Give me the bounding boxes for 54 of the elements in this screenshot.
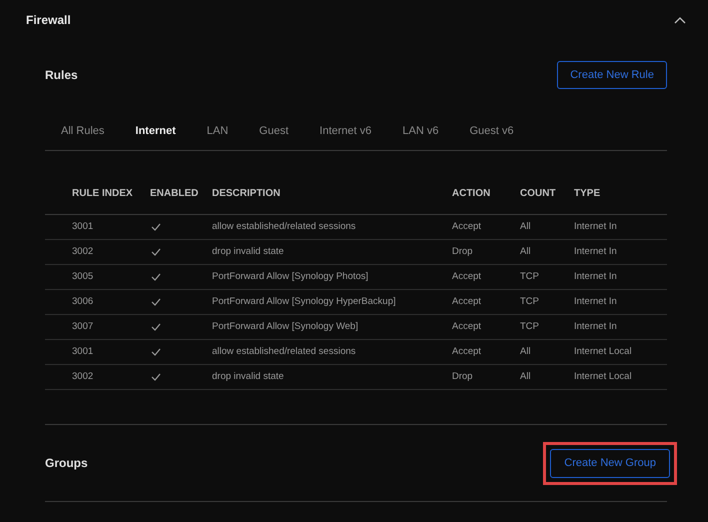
table-cell-text: Accept [452,294,482,309]
filter-tab[interactable]: Guest v6 [470,123,514,140]
create-rule-button[interactable]: Create New Rule [557,61,667,89]
table-cell-text: All [520,370,531,384]
table-cell-text: Accept [452,344,482,359]
table-cell-text: Internet In [574,320,617,334]
table-cell-text: PortForward Allow [Synology Photos] [212,270,368,284]
table-cell-text: 3005 [72,270,94,284]
chevron-icon[interactable] [674,16,686,24]
column-header: ENABLED [150,188,198,199]
table-cell-text: 3007 [72,320,94,334]
table-cell-text: allow established/related sessions [212,220,356,234]
table-cell-text: Internet In [574,220,617,234]
filter-tab[interactable]: Internet [135,123,176,140]
filter-tab[interactable]: LAN [206,123,228,140]
table-cell-text: Internet In [574,244,617,259]
table-cell-text: drop invalid state [212,244,284,259]
table-cell-text: allow established/related sessions [212,344,356,359]
table-cell-text: TCP [520,270,539,284]
table-cell-text: Accept [452,320,482,334]
table-cell-text: TCP [520,320,539,334]
filter-tab[interactable]: Guest [259,123,289,140]
table-cell-text: PortForward Allow [Synology HyperBackup] [212,294,396,309]
table-cell-text: All [520,244,531,259]
table-cell-text: Internet In [574,294,617,309]
table-cell-text: TCP [520,294,539,309]
table-cell-text: 3002 [72,370,94,384]
column-header: ACTION [452,188,490,199]
section-title: Firewall [26,12,71,29]
column-header: TYPE [574,188,600,199]
groups-heading: Groups [45,455,88,472]
column-header: COUNT [520,188,556,199]
column-header: RULE INDEX [72,188,133,199]
table-cell-text: All [520,344,531,359]
table-cell-text: Internet Local [574,344,632,359]
table-cell-text: drop invalid state [212,370,284,384]
table-cell-text: Accept [452,220,482,234]
table-cell-text: All [520,220,531,234]
table-cell-text: Drop [452,370,473,384]
table-cell-text: 3001 [72,220,94,234]
column-header: DESCRIPTION [212,188,280,199]
filter-tab[interactable]: LAN v6 [402,123,439,140]
table-cell-text: 3006 [72,294,94,309]
table-cell-text: 3001 [72,344,94,359]
table-cell-text: Internet Local [574,370,632,384]
rules-heading: Rules [45,67,78,84]
table-cell-text: Accept [452,270,482,284]
filter-tab[interactable]: Internet v6 [320,123,372,140]
table-cell-text: Internet In [574,270,617,284]
table-cell-text: 3002 [72,244,94,259]
table-cell-text: PortForward Allow [Synology Web] [212,320,358,334]
filter-tab[interactable]: All Rules [61,123,104,140]
table-cell-text: Drop [452,244,473,259]
create-group-button[interactable]: Create New Group [550,448,670,478]
